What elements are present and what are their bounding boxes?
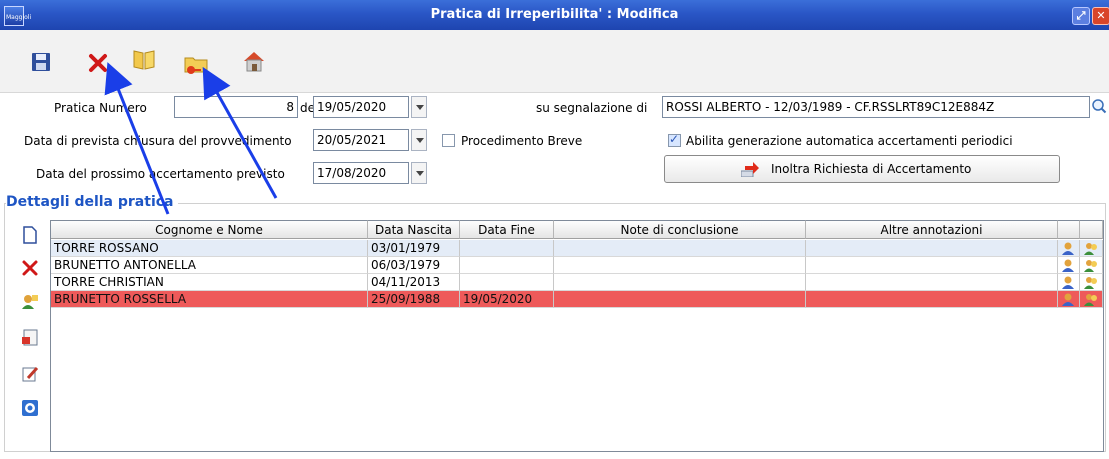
- delete-icon[interactable]: [84, 49, 112, 77]
- cell-action2: [1080, 257, 1103, 274]
- table-row[interactable]: TORRE CHRISTIAN 04/11/2013: [51, 274, 1103, 291]
- cell-nome: TORRE ROSSANO: [51, 240, 368, 257]
- people-icon[interactable]: [1084, 292, 1098, 306]
- cell-fine: [460, 257, 554, 274]
- person-icon[interactable]: [1061, 275, 1075, 289]
- search-icon[interactable]: [1091, 96, 1107, 118]
- col-header-altre[interactable]: Altre annotazioni: [806, 220, 1058, 239]
- people-icon[interactable]: [1084, 258, 1098, 272]
- cell-altre: [806, 274, 1058, 291]
- cell-nascita: 03/01/1979: [368, 240, 460, 257]
- info-icon[interactable]: [20, 398, 40, 418]
- numero-label: Pratica Numero: [54, 101, 147, 115]
- cell-note: [554, 257, 806, 274]
- table-row[interactable]: BRUNETTO ROSSELLA 25/09/1988 19/05/2020: [51, 291, 1103, 308]
- col-header-fine[interactable]: Data Fine: [460, 220, 554, 239]
- cell-note: [554, 274, 806, 291]
- segnalazione-field[interactable]: ROSSI ALBERTO - 12/03/1989 - CF.RSSLRT89…: [662, 96, 1090, 118]
- abilita-label: Abilita generazione automatica accertame…: [686, 134, 1013, 148]
- close-button[interactable]: ✕: [1092, 7, 1109, 25]
- toolbar: [0, 30, 1109, 93]
- cell-altre: [806, 240, 1058, 257]
- restore-button[interactable]: ⤢: [1072, 7, 1090, 25]
- save-icon[interactable]: [28, 49, 56, 77]
- prossimo-date-dropdown[interactable]: [411, 162, 427, 184]
- col-header-nome[interactable]: Cognome e Nome: [51, 220, 368, 239]
- cell-altre: [806, 257, 1058, 274]
- section-title: Dettagli della pratica: [6, 194, 178, 210]
- col-header-nascita[interactable]: Data Nascita: [368, 220, 460, 239]
- cell-action1: [1058, 291, 1080, 308]
- people-icon[interactable]: [1084, 275, 1098, 289]
- edit-icon[interactable]: [20, 364, 40, 384]
- cell-action2: [1080, 274, 1103, 291]
- col-header-note[interactable]: Note di conclusione: [554, 220, 806, 239]
- cell-nascita: 04/11/2013: [368, 274, 460, 291]
- abilita-checkbox[interactable]: [668, 132, 681, 147]
- cell-action2: [1080, 240, 1103, 257]
- cell-nascita: 06/03/1979: [368, 257, 460, 274]
- cell-nascita: 25/09/1988: [368, 291, 460, 308]
- prossimo-label: Data del prossimo accertamento previsto: [36, 167, 285, 181]
- person-icon[interactable]: [1061, 258, 1075, 272]
- open-book-icon[interactable]: [130, 45, 158, 73]
- chiusura-date-dropdown[interactable]: [411, 129, 427, 151]
- del-date-field[interactable]: 19/05/2020: [313, 96, 409, 118]
- people-icon[interactable]: [1084, 241, 1098, 255]
- table-row[interactable]: BRUNETTO ANTONELLA 06/03/1979: [51, 257, 1103, 274]
- cell-nome: BRUNETTO ANTONELLA: [51, 257, 368, 274]
- inoltra-label: Inoltra Richiesta di Accertamento: [771, 162, 972, 176]
- cell-fine: [460, 240, 554, 257]
- numero-field[interactable]: 8: [174, 96, 298, 118]
- forward-arrow-icon: [741, 162, 759, 177]
- cell-note: [554, 291, 806, 308]
- cell-fine: 19/05/2020: [460, 291, 554, 308]
- breve-label: Procedimento Breve: [461, 134, 583, 148]
- person-edit-icon[interactable]: [20, 291, 40, 311]
- window-title: Pratica di Irreperibilita' : Modifica: [430, 7, 679, 22]
- folder-key-icon[interactable]: [182, 49, 210, 77]
- chiusura-date-field[interactable]: 20/05/2021: [313, 129, 409, 151]
- inoltra-button[interactable]: Inoltra Richiesta di Accertamento: [664, 155, 1060, 183]
- person-icon[interactable]: [1061, 292, 1075, 306]
- cell-fine: [460, 274, 554, 291]
- cell-action1: [1058, 274, 1080, 291]
- export-icon[interactable]: [20, 327, 40, 347]
- cell-action1: [1058, 257, 1080, 274]
- breve-checkbox[interactable]: [442, 134, 455, 147]
- chiusura-label: Data di prevista chiusura del provvedime…: [24, 134, 292, 148]
- new-document-icon[interactable]: [20, 225, 40, 245]
- cell-note: [554, 240, 806, 257]
- cell-nome: BRUNETTO ROSSELLA: [51, 291, 368, 308]
- prossimo-date-field[interactable]: 17/08/2020: [313, 162, 409, 184]
- cell-altre: [806, 291, 1058, 308]
- col-header-action1: [1058, 220, 1080, 239]
- del-label: del: [300, 101, 319, 115]
- cell-action2: [1080, 291, 1103, 308]
- col-header-action2: [1080, 220, 1103, 239]
- del-date-dropdown[interactable]: [411, 96, 427, 118]
- table-row[interactable]: TORRE ROSSANO 03/01/1979: [51, 240, 1103, 257]
- delete-row-icon[interactable]: [20, 258, 40, 278]
- cell-nome: TORRE CHRISTIAN: [51, 274, 368, 291]
- cell-action1: [1058, 240, 1080, 257]
- home-icon[interactable]: [240, 47, 268, 75]
- segnalazione-label: su segnalazione di: [536, 101, 648, 115]
- person-icon[interactable]: [1061, 241, 1075, 255]
